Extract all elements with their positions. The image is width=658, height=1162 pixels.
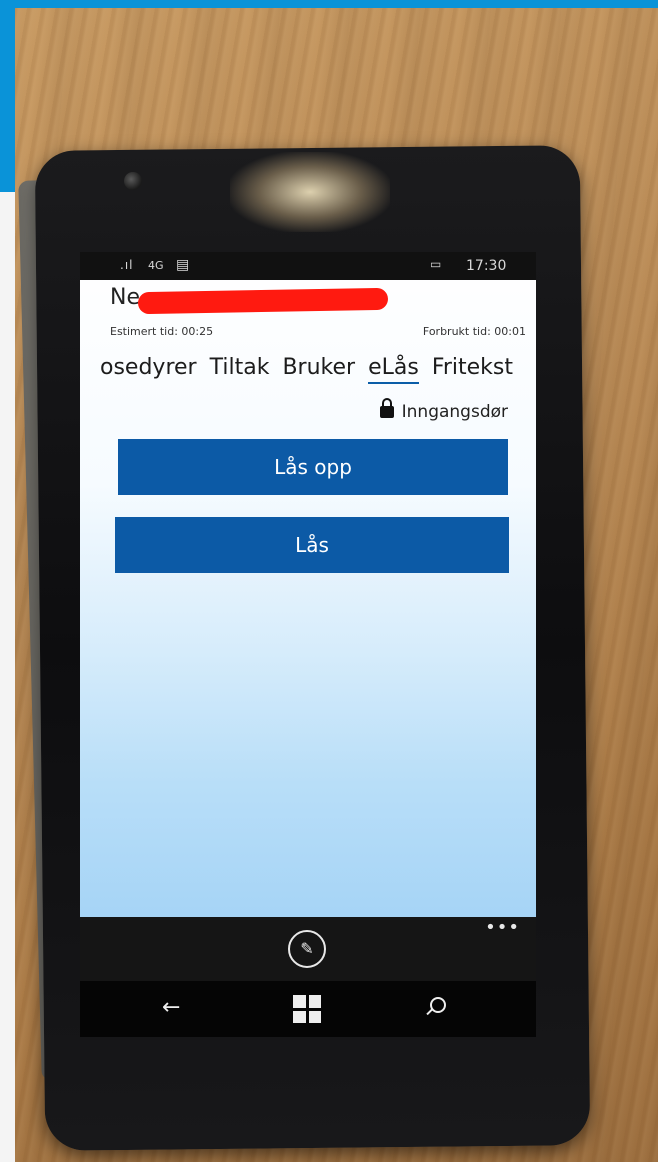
front-camera [124, 172, 142, 190]
redaction-mark [137, 287, 389, 315]
tab-prosedyrer[interactable]: osedyrer [100, 355, 197, 380]
door-label-row: Inngangsdør [379, 398, 508, 422]
door-label: Inngangsdør [401, 402, 508, 422]
pivot-tabs: osedyrer Tiltak Bruker eLås Fritekst [100, 355, 536, 384]
app-bar: ✎ ••• [80, 917, 536, 981]
blue-frame-top [0, 0, 658, 8]
photo-scene: Ne Estimert tid: 00:25 Forbrukt tid: 00:… [0, 0, 658, 1162]
status-bar: .ıl 4G ▤ ▭ 17:30 [80, 252, 536, 280]
tab-tiltak[interactable]: Tiltak [210, 355, 270, 380]
back-arrow-icon[interactable]: ← [162, 995, 180, 1020]
search-icon[interactable] [430, 997, 446, 1013]
light-glare [230, 152, 390, 232]
customer-name: Ne [110, 285, 140, 310]
battery-icon: ▭ [430, 257, 442, 271]
estimated-time: Estimert tid: 00:25 [110, 325, 214, 338]
windows-icon[interactable] [293, 995, 321, 1023]
message-icon: ▤ [176, 257, 190, 273]
clock: 17:30 [466, 258, 507, 274]
navigation-bar: ← [80, 981, 536, 1037]
tab-elas[interactable]: eLås [368, 355, 419, 384]
blue-frame-left [0, 0, 15, 192]
phone-screen: Ne Estimert tid: 00:25 Forbrukt tid: 00:… [80, 252, 536, 917]
lock-button[interactable]: Lås [115, 517, 509, 573]
tab-fritekst[interactable]: Fritekst [432, 355, 513, 380]
used-time: Forbrukt tid: 00:01 [422, 325, 526, 338]
edit-icon[interactable]: ✎ [288, 930, 326, 968]
lock-icon [379, 398, 394, 418]
network-type: 4G [148, 259, 164, 272]
tab-bruker[interactable]: Bruker [282, 355, 355, 380]
more-options-button[interactable]: ••• [485, 917, 520, 938]
signal-icon: .ıl [120, 258, 134, 272]
unlock-button[interactable]: Lås opp [118, 439, 508, 495]
frame-left-strip [0, 192, 15, 1162]
